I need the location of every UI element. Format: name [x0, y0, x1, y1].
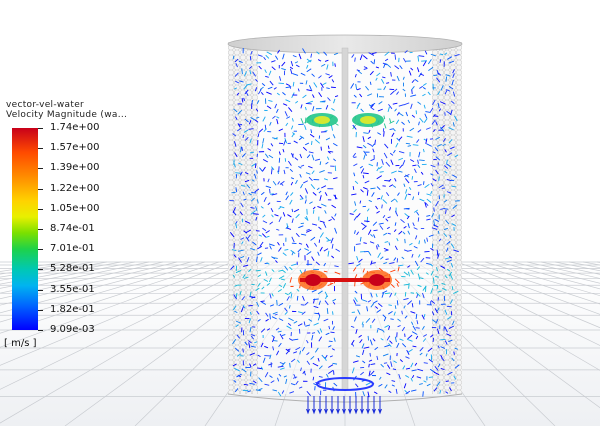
colorbar-tick-label: 8.74e-01 [50, 223, 95, 234]
colorbar-tick [38, 229, 43, 230]
colorbar-tick [38, 309, 43, 311]
colorbar-tick-label: 5.28e-01 [50, 263, 95, 275]
colorbar-tick [38, 289, 43, 291]
color-legend: vector-vel-water Velocity Magnitude (wa.… [0, 0, 170, 426]
tank-left-wall [228, 42, 258, 394]
colorbar-tick [38, 330, 43, 331]
colorbar-tick-label: 1.74e+00 [50, 122, 100, 133]
colorbar-tick [38, 168, 43, 170]
colorbar-tick [38, 249, 43, 251]
legend-units: [ m/s ] [4, 338, 37, 349]
colorbar-tick [38, 188, 43, 190]
legend-subtitle: Velocity Magnitude (wa... [6, 110, 128, 120]
colorbar-tick-label: 1.05e+00 [50, 202, 100, 214]
impeller-shaft [341, 47, 349, 391]
colorbar-tick-label: 1.57e+00 [50, 142, 100, 154]
tank-right-wall [432, 42, 462, 394]
colorbar-tick [38, 208, 43, 210]
colorbar-tick-label: 1.39e+00 [50, 162, 100, 174]
colorbar-tick-label: 7.01e-01 [50, 243, 95, 255]
colorbar-tick-label: 9.09e-03 [50, 324, 95, 335]
colorbar-tick [38, 148, 43, 150]
colorbar-tick-label: 1.82e-01 [50, 303, 95, 315]
upper-impeller-left-core [314, 116, 330, 124]
upper-impeller-right-core [360, 116, 376, 124]
lower-impeller-left-core [305, 274, 321, 286]
colorbar-tick [38, 128, 43, 129]
tank-geometry [227, 34, 463, 403]
colorbar-tick-label: 3.55e-01 [50, 283, 95, 295]
legend-title: vector-vel-water [6, 100, 85, 110]
colorbar [12, 128, 38, 330]
lower-impeller-right-core [369, 274, 385, 286]
inlet-vectors [306, 396, 382, 415]
colorbar-tick [38, 269, 43, 271]
colorbar-tick-label: 1.22e+00 [50, 182, 100, 194]
